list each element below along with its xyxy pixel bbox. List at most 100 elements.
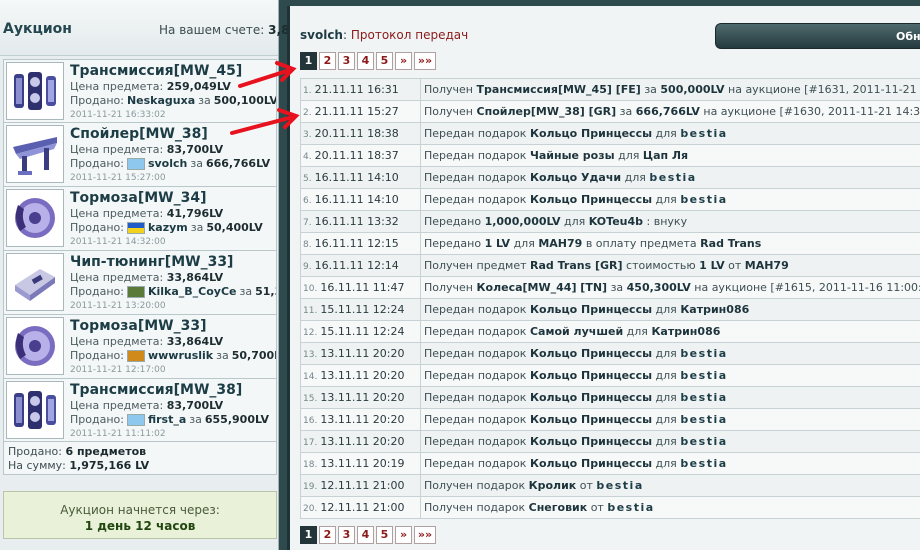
top-page-5-button[interactable]: 5 [376, 52, 393, 70]
top-page-1-button[interactable]: 1 [300, 52, 317, 70]
spoiler-icon[interactable] [6, 125, 64, 183]
top-page-3-button[interactable]: 3 [338, 52, 355, 70]
item-sold-label: Продано: [70, 94, 124, 107]
item-date: 2011-11-21 13:20:00 [70, 301, 166, 311]
item-name[interactable]: Чип-тюнинг[MW_33] [70, 254, 233, 270]
item-sold-line: Продано: Kilka_B_CoyCe за 51,3 [70, 285, 276, 298]
bottom-page-2-button[interactable]: 2 [319, 526, 336, 544]
log-date-cell: 16. 13.11.11 20:20 [300, 408, 421, 431]
log-action: Передан подарок [424, 193, 527, 206]
summary-sum-value: 1,975,166 LV [69, 459, 150, 472]
top-page-4-button[interactable]: 4 [357, 52, 374, 70]
log-user-link[interactable]: bestia [680, 369, 727, 382]
log-description-cell: Передан подарок Кольцо Принцессы для bes… [420, 430, 920, 453]
top-last-page-button[interactable]: »» [414, 52, 436, 70]
auction-item[interactable]: Тормоза[MW_33] Цена предмета: 33,864LV Про… [3, 315, 277, 379]
item-buyer[interactable]: Neskaguxa [127, 94, 195, 107]
log-row-number: 19. [303, 482, 318, 492]
bottom-last-page-button[interactable]: »» [414, 526, 436, 544]
item-buyer[interactable]: Kilka_B_CoyCe [148, 285, 237, 298]
log-user-link[interactable]: bestia [649, 171, 696, 184]
log-user-link[interactable]: bestia [680, 347, 727, 360]
bottom-next-page-button[interactable]: » [395, 526, 412, 544]
balance-label: На вашем счете: [159, 23, 265, 37]
log-action: Передан подарок [424, 391, 527, 404]
item-name[interactable]: Тормоза[MW_34] [70, 190, 207, 206]
log-row: 14. 13.11.11 20:20 Передан подарок Кольцо … [300, 364, 920, 387]
item-buyer[interactable]: wwwruslik [148, 349, 213, 362]
log-item: Колеса[MW_44] [TN] [476, 281, 608, 294]
log-date: 13.11.11 20:20 [320, 435, 405, 448]
item-sold-line: Продано: Neskaguxa за 500,100LV [70, 94, 276, 107]
log-user-link[interactable]: bestia [680, 435, 727, 448]
transmission-icon[interactable] [6, 381, 64, 439]
log-row: 18. 13.11.11 20:19 Передан подарок Кольцо … [300, 452, 920, 475]
item-sold-line: Продано: svolch за 666,766LV [70, 157, 270, 170]
bottom-page-5-button[interactable]: 5 [376, 526, 393, 544]
bottom-page-3-button[interactable]: 3 [338, 526, 355, 544]
log-item: Трансмиссия[MW_45] [FE] [476, 83, 641, 96]
item-buyer[interactable]: kazym [148, 221, 188, 234]
log-date-cell: 7. 16.11.11 13:32 [300, 210, 421, 233]
log-row: 19. 12.11.11 21:00 Получен подарок Кролик … [300, 474, 920, 497]
log-user-link[interactable]: bestia [680, 391, 727, 404]
item-buyer[interactable]: svolch [148, 157, 187, 170]
chip-tuning-icon[interactable] [6, 253, 64, 311]
item-date: 2011-11-21 11:11:02 [70, 429, 166, 439]
log-item: Кролик [528, 479, 577, 492]
log-description-cell: Передан подарок Кольцо Принцессы для bes… [420, 122, 920, 145]
log-action: Передан подарок [424, 325, 527, 338]
log-action: Передан подарок [424, 435, 527, 448]
log-text: : внуку [646, 215, 688, 228]
log-item: Кольцо Принцессы [529, 193, 653, 206]
bottom-page-4-button[interactable]: 4 [357, 526, 374, 544]
item-name[interactable]: Спойлер[MW_38] [70, 126, 208, 142]
log-reference: [#1631, 2011-11-21 15:28:00]. [804, 83, 920, 96]
item-name[interactable]: Трансмиссия[MW_38] [70, 382, 242, 398]
bottom-page-1-button[interactable]: 1 [300, 526, 317, 544]
item-sold-price: 655,900LV [204, 413, 269, 426]
log-row-number: 5. [303, 174, 312, 184]
item-name[interactable]: Трансмиссия[MW_45] [70, 63, 242, 79]
log-date: 16.11.11 13:32 [314, 215, 399, 228]
log-row-number: 12. [303, 328, 318, 338]
item-price: 33,864LV [166, 271, 224, 284]
log-user-link[interactable]: bestia [680, 457, 727, 470]
log-item: 1,000,000LV [484, 215, 561, 228]
item-date: 2011-11-21 15:27:00 [70, 173, 166, 183]
log-date: 16.11.11 14:10 [314, 193, 399, 206]
auction-item[interactable]: Тормоза[MW_34] Цена предмета: 41,796LV Про… [3, 187, 277, 251]
transmission-icon[interactable] [6, 62, 64, 120]
log-user-link[interactable]: bestia [680, 127, 727, 140]
log-date: 12.11.11 21:00 [320, 479, 405, 492]
log-user-link[interactable]: bestia [680, 193, 727, 206]
log-date: 13.11.11 20:20 [320, 413, 405, 426]
log-row-number: 4. [303, 152, 312, 162]
refresh-button[interactable]: Обно [715, 23, 920, 49]
item-buyer[interactable]: first_a [148, 413, 186, 426]
log-user-link[interactable]: bestia [607, 501, 654, 514]
brakes-icon[interactable] [6, 189, 64, 247]
log-date-cell: 18. 13.11.11 20:19 [300, 452, 421, 475]
log-user-link[interactable]: bestia [596, 479, 643, 492]
auction-item[interactable]: Чип-тюнинг[MW_33] Цена предмета: 33,864LV… [3, 251, 277, 315]
log-date: 21.11.11 15:27 [314, 105, 399, 118]
item-name[interactable]: Тормоза[MW_33] [70, 318, 207, 334]
log-date-cell: 10. 16.11.11 11:47 [300, 276, 421, 299]
top-page-2-button[interactable]: 2 [319, 52, 336, 70]
log-user-link[interactable]: bestia [680, 413, 727, 426]
log-description-cell: Получен предмет Rad Trans [GR] стоимость… [420, 254, 920, 277]
auction-item[interactable]: Трансмиссия[MW_45] Цена предмета: 259,049… [3, 59, 277, 123]
log-row-number: 10. [303, 284, 318, 294]
auction-item[interactable]: Трансмиссия[MW_38] Цена предмета: 83,700L… [3, 379, 277, 443]
log-text: за [644, 83, 657, 96]
top-next-page-button[interactable]: » [395, 52, 412, 70]
log-action: Передано [424, 237, 482, 250]
log-row-number: 6. [303, 196, 312, 206]
log-date: 12.11.11 21:00 [320, 501, 405, 514]
auction-item[interactable]: Спойлер[MW_38] Цена предмета: 83,700LV Про… [3, 123, 277, 187]
log-date: 15.11.11 12:24 [320, 325, 405, 338]
flag-icon [126, 157, 145, 170]
log-username: svolch [300, 28, 343, 42]
brakes-icon[interactable] [6, 317, 64, 375]
